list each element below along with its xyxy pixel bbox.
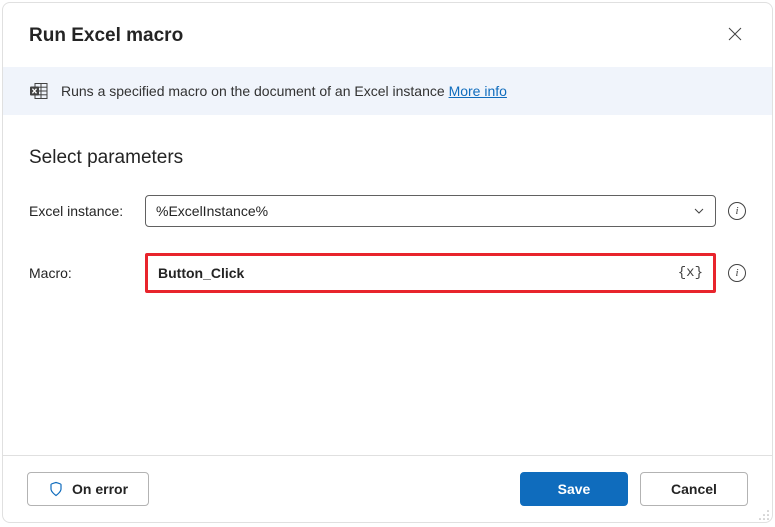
chevron-down-icon	[693, 205, 705, 217]
dialog-footer: On error Save Cancel	[3, 455, 772, 522]
info-bar: Runs a specified macro on the document o…	[3, 67, 772, 115]
info-text: Runs a specified macro on the document o…	[61, 83, 507, 99]
save-button[interactable]: Save	[520, 472, 628, 506]
more-info-link[interactable]: More info	[449, 83, 507, 99]
variable-icon[interactable]: {x}	[678, 265, 703, 281]
dialog-container: Run Excel macro Runs a specified macro o…	[2, 2, 773, 523]
excel-instance-label: Excel instance:	[29, 203, 131, 219]
excel-instance-info-icon[interactable]: i	[728, 202, 746, 220]
close-button[interactable]	[724, 23, 746, 49]
field-row-excel-instance: Excel instance: %ExcelInstance% i	[29, 195, 746, 227]
shield-icon	[48, 481, 64, 497]
macro-input[interactable]: Button_Click {x}	[145, 253, 716, 293]
macro-info-icon[interactable]: i	[728, 264, 746, 282]
content-area: Select parameters Excel instance: %Excel…	[3, 115, 772, 455]
excel-instance-value: %ExcelInstance%	[156, 203, 268, 219]
section-title: Select parameters	[29, 147, 746, 169]
cancel-button[interactable]: Cancel	[640, 472, 748, 506]
on-error-button[interactable]: On error	[27, 472, 149, 506]
excel-icon	[29, 81, 49, 101]
dialog-header: Run Excel macro	[3, 3, 772, 67]
macro-value: Button_Click	[158, 265, 244, 281]
excel-instance-select[interactable]: %ExcelInstance%	[145, 195, 716, 227]
close-icon	[728, 27, 742, 41]
dialog-title: Run Excel macro	[29, 25, 183, 47]
resize-handle[interactable]	[758, 508, 770, 520]
macro-label: Macro:	[29, 265, 131, 281]
field-row-macro: Macro: Button_Click {x} i	[29, 253, 746, 293]
